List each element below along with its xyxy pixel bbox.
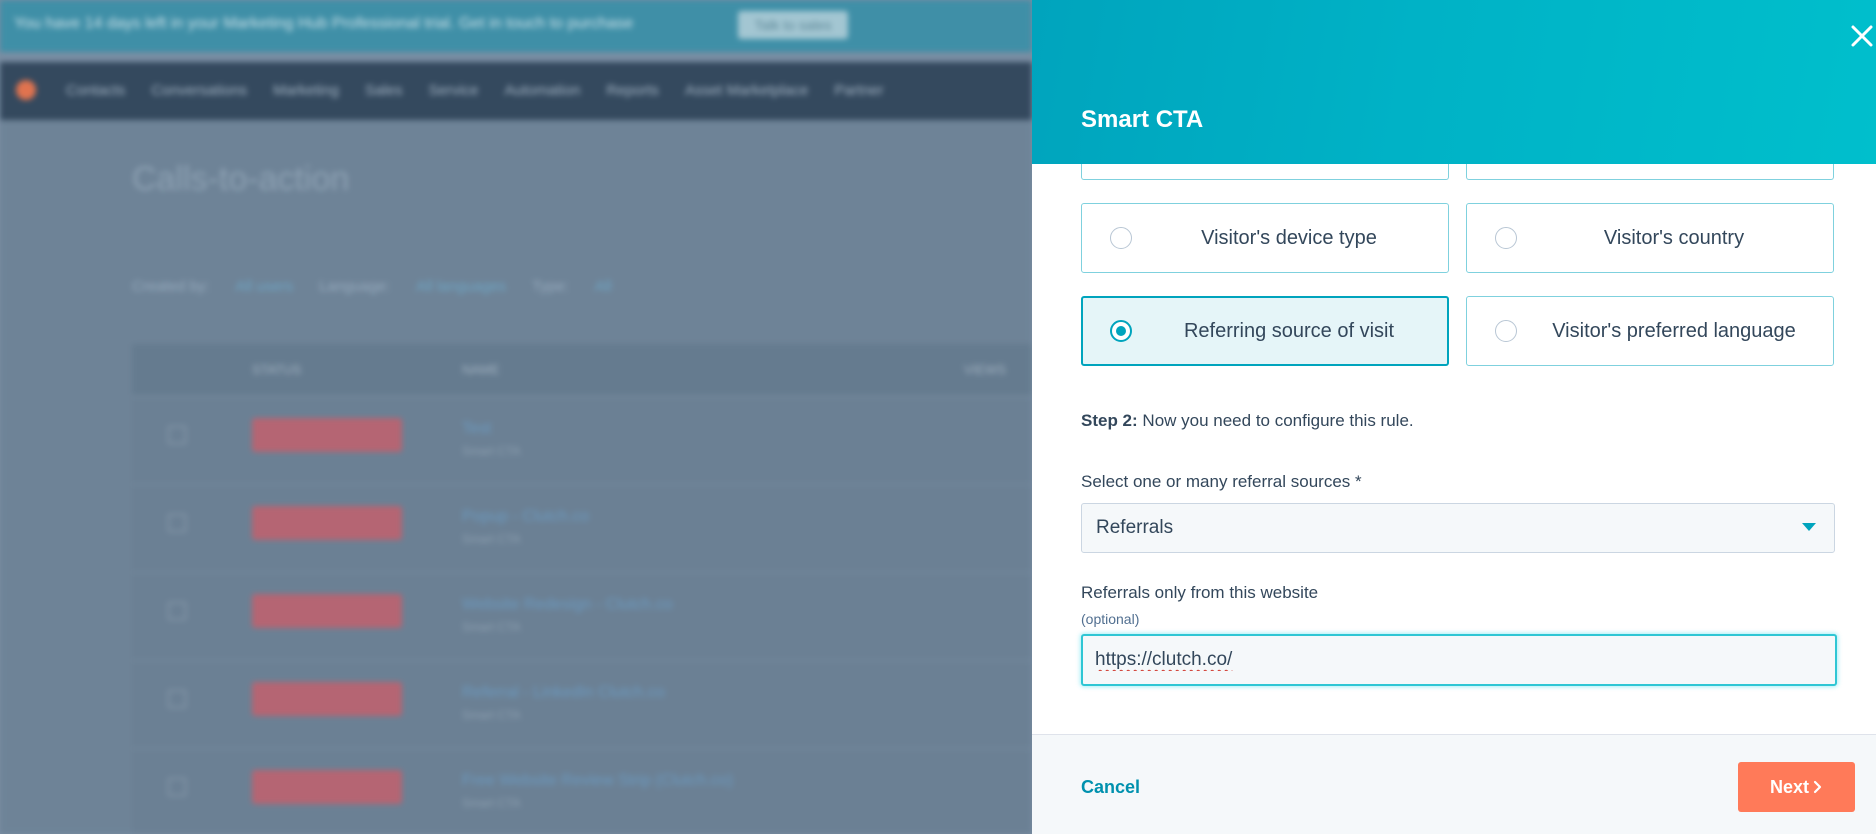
step2-instruction: Step 2: Now you need to configure this r… [1081, 411, 1414, 431]
rule-option-hidden-right[interactable] [1466, 164, 1834, 180]
row-checkbox [168, 602, 186, 620]
website-field-label: Referrals only from this website [1081, 583, 1319, 602]
background-app: You have 14 days left in your Marketing … [0, 0, 1032, 834]
row-type: Smart CTA [462, 708, 521, 722]
row-name: Test [462, 420, 492, 437]
rule-option-referring-source[interactable]: Referring source of visit [1081, 296, 1449, 366]
chevron-right-icon [1813, 781, 1822, 794]
row-checkbox [168, 778, 186, 796]
nav-item: Partner [834, 82, 884, 99]
row-type: Smart CTA [462, 532, 521, 546]
table-header-cell: STATUS [252, 362, 302, 377]
step2-text: Now you need to configure this rule. [1137, 411, 1414, 430]
website-field-hint: (optional) [1081, 611, 1140, 627]
page-title: Calls-to-action [132, 160, 350, 198]
nav-item: Marketing [273, 82, 339, 99]
cta-table: STATUS NAME VIEWS Test Smart CTA Popup -… [132, 344, 1032, 834]
rule-option-hidden-left[interactable] [1081, 164, 1449, 180]
filter-label: Type: [532, 278, 569, 295]
filter-label: Language: [319, 278, 390, 295]
nav-item: Service [428, 82, 479, 99]
row-name: Free Website Review Strip (Clutch.co) [462, 772, 733, 789]
rule-option-label: Visitor's country [1603, 227, 1745, 249]
status-badge [252, 594, 402, 628]
panel-footer: Cancel Next [1032, 734, 1876, 834]
nav-items: Contacts Conversations Marketing Sales S… [66, 82, 884, 99]
radio-selected-dot [1116, 326, 1126, 336]
talk-to-sales-label: Talk to sales [754, 17, 832, 33]
rule-option-label: Referring source of visit [1183, 320, 1395, 342]
close-button[interactable] [1840, 18, 1876, 54]
panel-body: Visitor's device type Visitor's country … [1032, 164, 1876, 734]
nav-item: Contacts [66, 82, 126, 99]
panel-title: Smart CTA [1081, 106, 1204, 133]
table-row: Website Redesign - Clutch.co Smart CTA [132, 572, 1032, 661]
row-checkbox [168, 426, 186, 444]
table-row: Test Smart CTA [132, 396, 1032, 485]
nav-item: Sales [364, 82, 403, 99]
row-checkbox [168, 690, 186, 708]
referral-sources-select[interactable]: Referrals [1081, 503, 1835, 553]
table-header: STATUS NAME VIEWS [132, 344, 1032, 397]
status-badge [252, 418, 402, 452]
hubspot-logo-icon [16, 80, 36, 100]
panel-header: Smart CTA [1032, 0, 1876, 164]
rule-option-label: Visitor's preferred language [1552, 320, 1796, 342]
filter-value: All [594, 278, 612, 295]
status-badge [252, 770, 402, 804]
table-header-cell: NAME [462, 362, 500, 377]
talk-to-sales-button: Talk to sales [738, 11, 848, 39]
website-field[interactable] [1081, 634, 1837, 686]
caret-down-icon [1802, 523, 1816, 531]
row-name: Referral - LinkedIn Clutch.co [462, 684, 665, 701]
filter-bar: Created by: All users Language: All lang… [132, 278, 611, 295]
smart-cta-panel: Smart CTA Visitor's device type Visitor'… [1032, 0, 1876, 834]
filter-label: Created by: [132, 278, 210, 295]
rule-option-label: Visitor's device type [1201, 227, 1377, 249]
status-badge [252, 506, 402, 540]
radio-button[interactable] [1495, 227, 1517, 249]
row-type: Smart CTA [462, 444, 521, 458]
rule-option-preferred-language[interactable]: Visitor's preferred language [1466, 296, 1834, 366]
background-blur-layer: You have 14 days left in your Marketing … [0, 0, 1032, 834]
rule-option-device-type[interactable]: Visitor's device type [1081, 203, 1449, 273]
next-button[interactable]: Next [1738, 762, 1855, 812]
referral-sources-value: Referrals [1096, 517, 1174, 538]
row-type: Smart CTA [462, 620, 521, 634]
cancel-button[interactable]: Cancel [1081, 777, 1140, 798]
status-badge [252, 682, 402, 716]
radio-button-selected[interactable] [1110, 320, 1132, 342]
close-icon [1851, 25, 1873, 47]
referral-sources-label: Select one or many referral sources * [1081, 472, 1362, 491]
background-content: Calls-to-action Created by: All users La… [0, 120, 1032, 834]
website-input[interactable] [1095, 636, 1815, 684]
next-button-label: Next [1769, 776, 1809, 797]
trial-banner: You have 14 days left in your Marketing … [0, 0, 1032, 52]
top-navigation: Contacts Conversations Marketing Sales S… [0, 62, 1032, 120]
nav-item: Automation [504, 82, 581, 99]
nav-item: Reports [606, 82, 659, 99]
table-header-cell: VIEWS [964, 362, 1006, 377]
table-row: Free Website Review Strip (Clutch.co) Sm… [132, 748, 1032, 834]
row-checkbox [168, 514, 186, 532]
table-row: Referral - LinkedIn Clutch.co Smart CTA [132, 660, 1032, 749]
nav-item: Asset Marketplace [684, 82, 809, 99]
trial-banner-text: You have 14 days left in your Marketing … [14, 15, 634, 32]
row-type: Smart CTA [462, 796, 521, 810]
step2-prefix: Step 2: [1081, 411, 1138, 430]
table-row: Popup - Clutch.co Smart CTA [132, 484, 1032, 573]
filter-value: All users [235, 278, 294, 295]
radio-button[interactable] [1495, 320, 1517, 342]
rule-option-country[interactable]: Visitor's country [1466, 203, 1834, 273]
row-name: Website Redesign - Clutch.co [462, 596, 673, 613]
filter-value: All languages [415, 278, 507, 295]
nav-item: Conversations [151, 82, 248, 99]
radio-button[interactable] [1110, 227, 1132, 249]
row-name: Popup - Clutch.co [462, 508, 590, 525]
